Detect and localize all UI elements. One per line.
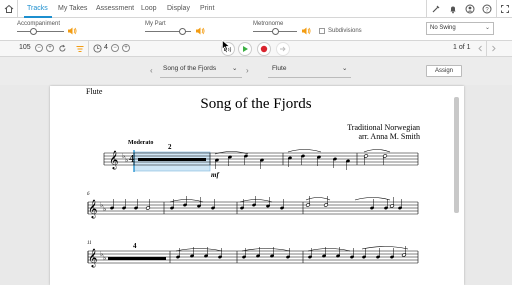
- home-icon[interactable]: [2, 2, 16, 16]
- piece-select-underline: [160, 77, 242, 78]
- score-title: Song of the Fjords: [200, 96, 312, 112]
- measure-number: 11: [87, 241, 92, 246]
- measure-number: 6: [87, 192, 90, 197]
- score-toolbar: ‹ Song of the Fjords ⌄ › Flute ⌄ Assign: [0, 57, 512, 85]
- tab-tracks[interactable]: Tracks: [27, 5, 48, 12]
- transport-bar: 105 − + 4 − + 1 of 1: [0, 41, 512, 57]
- page-indicator: 1 of 1: [453, 44, 471, 51]
- accompaniment-label: Accompaniment: [17, 21, 61, 27]
- next-page-icon[interactable]: [490, 45, 497, 52]
- divider: [426, 0, 427, 18]
- swing-select-value: No Swing: [430, 25, 456, 31]
- chevron-down-icon[interactable]: ⌄: [342, 64, 347, 72]
- count-in-decrease-button[interactable]: −: [111, 44, 119, 52]
- instrument-label: Flute: [86, 87, 103, 96]
- tempo-value[interactable]: 105: [19, 44, 31, 51]
- speaker-icon[interactable]: [196, 27, 205, 35]
- subdivisions-checkbox[interactable]: [319, 28, 325, 34]
- subdivisions-label: Subdivisions: [328, 28, 362, 34]
- tab-my-takes[interactable]: My Takes: [58, 5, 87, 12]
- mixer-panel: Accompaniment My Part Metronome Subdivis…: [0, 18, 512, 41]
- filter-icon[interactable]: [76, 45, 84, 53]
- tab-assessment[interactable]: Assessment: [96, 5, 134, 12]
- bell-icon[interactable]: [446, 2, 460, 16]
- speaker-icon[interactable]: [302, 27, 311, 35]
- metronome-slider-knob[interactable]: [271, 28, 279, 35]
- part-select-underline: [268, 77, 351, 78]
- record-icon: [260, 45, 268, 53]
- tempo-increase-button[interactable]: +: [46, 44, 54, 52]
- divider: [88, 41, 89, 57]
- record-button[interactable]: [257, 42, 271, 56]
- tab-loop[interactable]: Loop: [141, 5, 157, 12]
- previous-piece-icon[interactable]: ‹: [150, 66, 153, 75]
- help-icon[interactable]: ?: [480, 2, 494, 16]
- count-in-clock-icon: [93, 44, 102, 53]
- score-scrollbar[interactable]: [454, 97, 459, 213]
- composer-line-2: arr. Anna M. Smith: [358, 132, 420, 141]
- previous-page-icon[interactable]: [477, 45, 484, 52]
- tuner-icon[interactable]: [429, 2, 443, 16]
- assign-button[interactable]: Assign: [426, 65, 462, 77]
- divider: [496, 0, 497, 18]
- skip-forward-icon: [280, 46, 286, 52]
- top-nav-bar: Tracks My Takes Assessment Loop Display …: [0, 0, 512, 18]
- play-icon: [243, 46, 248, 52]
- tempo-decrease-button[interactable]: −: [35, 44, 43, 52]
- chevron-down-icon[interactable]: ⌄: [232, 64, 237, 72]
- accompaniment-slider[interactable]: [17, 31, 64, 32]
- mouse-cursor-icon: [222, 40, 230, 51]
- score-sheet: [50, 86, 464, 285]
- count-in-value[interactable]: 4: [104, 44, 108, 51]
- reset-tempo-icon[interactable]: [58, 44, 67, 53]
- my-part-label: My Part: [145, 21, 166, 27]
- divider: [17, 0, 18, 18]
- next-piece-icon[interactable]: ›: [246, 66, 249, 75]
- speaker-icon[interactable]: [68, 27, 77, 35]
- my-part-slider-knob[interactable]: [179, 28, 187, 35]
- chevron-down-icon: ⌄: [484, 25, 490, 31]
- multirest-count: 4: [133, 242, 137, 250]
- count-in-increase-button[interactable]: +: [122, 44, 130, 52]
- skip-forward-button[interactable]: [276, 42, 290, 56]
- tempo-marking: Moderato: [128, 140, 154, 146]
- accompaniment-slider-knob[interactable]: [29, 28, 37, 35]
- piece-select[interactable]: Song of the Fjords: [163, 65, 216, 72]
- composer-line-1: Traditional Norwegian: [347, 123, 420, 132]
- tab-display[interactable]: Display: [167, 5, 190, 12]
- play-button[interactable]: [238, 42, 252, 56]
- user-icon[interactable]: [463, 2, 477, 16]
- swing-select[interactable]: No Swing ⌄: [426, 22, 494, 35]
- dynamic-marking: mf: [211, 171, 219, 179]
- tab-print[interactable]: Print: [200, 5, 214, 12]
- divider: [486, 41, 487, 57]
- multirest-count: 2: [168, 143, 172, 151]
- expand-icon[interactable]: [498, 2, 512, 16]
- metronome-label: Metronome: [253, 21, 284, 27]
- part-select[interactable]: Flute: [272, 65, 286, 72]
